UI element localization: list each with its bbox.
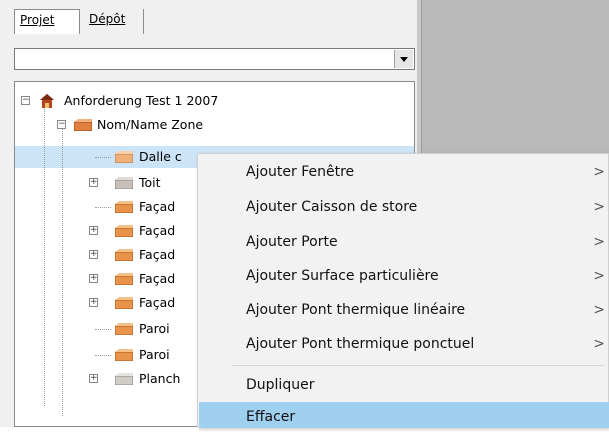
- tree-node-paroi[interactable]: Paroi: [15, 344, 215, 366]
- context-menu: Ajouter Fenêtre > Ajouter Caisson de sto…: [197, 153, 609, 428]
- tree-guide-line: [95, 329, 111, 330]
- tab-projet[interactable]: Projet: [14, 9, 80, 34]
- menu-item-label: Effacer: [246, 409, 296, 425]
- menu-separator: [232, 365, 604, 366]
- tree-node-label: Paroi: [139, 347, 170, 362]
- expand-icon[interactable]: [89, 178, 98, 187]
- floor-block-icon: [115, 151, 133, 163]
- tree-node-toit[interactable]: Toit: [15, 172, 215, 194]
- tree-node-label: Toit: [139, 175, 161, 190]
- menu-item-label: Ajouter Surface particulière: [246, 268, 439, 284]
- menu-item-ajouter-porte[interactable]: Ajouter Porte >: [199, 226, 609, 258]
- facade-block-icon: [115, 297, 133, 309]
- wall-block-icon: [115, 349, 133, 361]
- submenu-arrow-icon: >: [593, 199, 605, 215]
- collapse-icon[interactable]: [57, 120, 66, 129]
- tree-node-root[interactable]: Anforderung Test 1 2007: [15, 90, 315, 112]
- tree-node-label: Façad: [139, 223, 176, 238]
- house-icon: [40, 94, 54, 108]
- facade-block-icon: [115, 225, 133, 237]
- collapse-icon[interactable]: [21, 96, 30, 105]
- menu-item-label: Ajouter Porte: [246, 234, 338, 250]
- submenu-arrow-icon: >: [593, 164, 605, 180]
- expand-icon[interactable]: [89, 250, 98, 259]
- floor-gray-block-icon: [115, 373, 133, 385]
- chevron-down-icon[interactable]: [394, 50, 413, 68]
- roof-block-icon: [115, 177, 133, 189]
- menu-item-ajouter-caisson[interactable]: Ajouter Caisson de store >: [199, 191, 609, 223]
- submenu-arrow-icon: >: [593, 336, 605, 352]
- tree-guide-line: [95, 355, 111, 356]
- menu-item-label: Ajouter Pont thermique ponctuel: [246, 336, 475, 352]
- tree-node-label: Nom/Name Zone: [97, 117, 204, 132]
- wall-block-icon: [115, 323, 133, 335]
- tree-node-label: Planch: [139, 371, 181, 386]
- tree-node-label: Paroi: [139, 321, 170, 336]
- menu-item-dupliquer[interactable]: Dupliquer: [199, 369, 609, 401]
- tree-node-label: Façad: [139, 199, 176, 214]
- menu-item-ajouter-fenetre[interactable]: Ajouter Fenêtre >: [199, 156, 609, 188]
- zone-block-icon: [74, 119, 92, 131]
- tree-node-facade[interactable]: Façad: [15, 244, 215, 266]
- facade-block-icon: [115, 201, 133, 213]
- menu-item-label: Ajouter Caisson de store: [246, 199, 418, 215]
- menu-item-label: Dupliquer: [246, 377, 315, 393]
- tree-node-zone[interactable]: Nom/Name Zone: [15, 114, 315, 136]
- tree-node-label: Anforderung Test 1 2007: [64, 93, 219, 108]
- tree-node-facade[interactable]: Façad: [15, 268, 215, 290]
- expand-icon[interactable]: [89, 274, 98, 283]
- menu-item-effacer[interactable]: Effacer: [199, 402, 609, 428]
- tree-guide-line: [95, 157, 111, 158]
- menu-item-ajouter-pont-ponctuel[interactable]: Ajouter Pont thermique ponctuel >: [199, 328, 609, 360]
- facade-block-icon: [115, 249, 133, 261]
- menu-item-ajouter-surface[interactable]: Ajouter Surface particulière >: [199, 260, 609, 292]
- menu-item-ajouter-pont-lineaire[interactable]: Ajouter Pont thermique linéaire >: [199, 294, 609, 326]
- expand-icon[interactable]: [89, 374, 98, 383]
- tree-node-facade[interactable]: Façad: [15, 196, 215, 218]
- tab-depot[interactable]: Dépôt: [84, 9, 144, 34]
- submenu-arrow-icon: >: [593, 234, 605, 250]
- menu-item-label: Ajouter Pont thermique linéaire: [246, 302, 466, 318]
- facade-block-icon: [115, 273, 133, 285]
- project-combo[interactable]: [14, 48, 415, 70]
- expand-icon[interactable]: [89, 298, 98, 307]
- tree-node-label: Façad: [139, 295, 176, 310]
- tree-node-paroi[interactable]: Paroi: [15, 318, 215, 340]
- tree-node-label: Façad: [139, 247, 176, 262]
- submenu-arrow-icon: >: [593, 302, 605, 318]
- tree-node-label: Façad: [139, 271, 176, 286]
- tree-node-facade[interactable]: Façad: [15, 292, 215, 314]
- expand-icon[interactable]: [89, 226, 98, 235]
- tree-guide-line: [95, 207, 111, 208]
- submenu-arrow-icon: >: [593, 268, 605, 284]
- tree-node-plancher[interactable]: Planch: [15, 368, 215, 390]
- menu-item-label: Ajouter Fenêtre: [246, 164, 355, 180]
- tree-node-facade[interactable]: Façad: [15, 220, 215, 242]
- tree-node-label: Dalle c: [139, 149, 182, 164]
